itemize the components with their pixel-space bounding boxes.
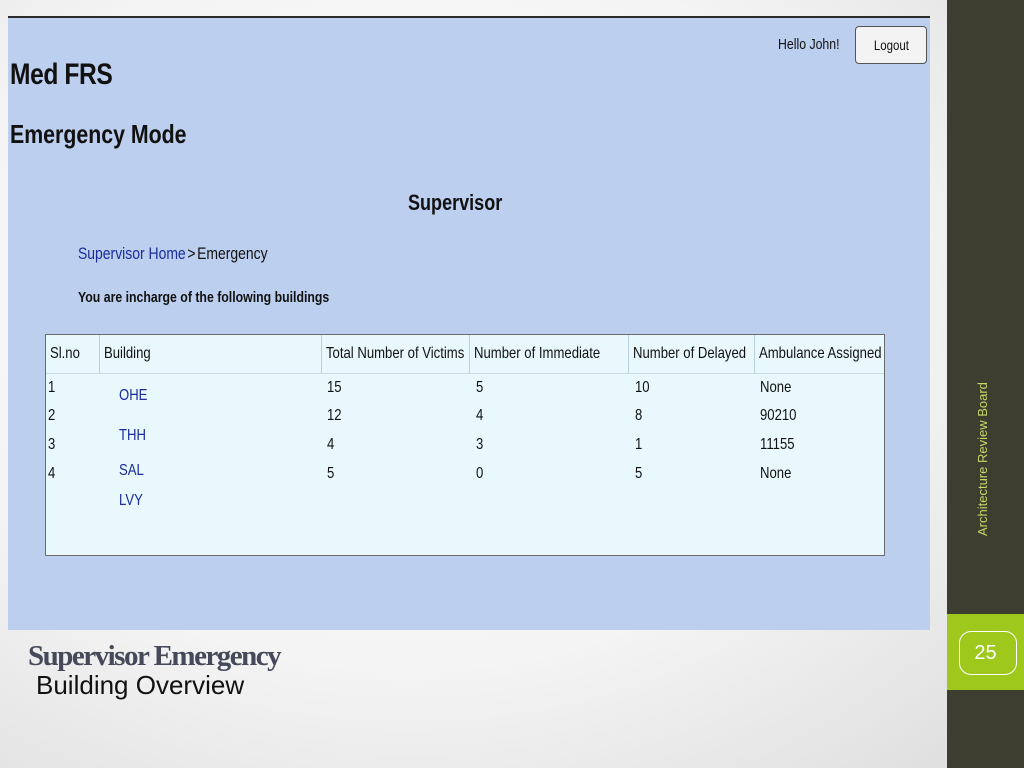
cell-ambulance: 90210 <box>760 407 797 424</box>
breadcrumb: Supervisor Home>Emergency <box>78 244 268 264</box>
cell-total-victims: 12 <box>327 407 342 424</box>
building-link-ohe[interactable]: OHE <box>119 387 154 405</box>
cell-total-victims: 15 <box>327 379 342 396</box>
slide-side-label: Architecture Review Board <box>975 382 990 536</box>
column-header-slno: Sl.no <box>46 335 100 373</box>
cell-delayed: 5 <box>635 465 643 482</box>
breadcrumb-current: Emergency <box>197 244 268 263</box>
mode-title: Emergency Mode <box>10 119 187 149</box>
cell-immediate: 4 <box>476 407 484 424</box>
logout-label: Logout <box>873 37 909 53</box>
column-header-immediate: Number of Immediate <box>470 335 629 373</box>
cell-immediate: 5 <box>476 379 484 396</box>
breadcrumb-supervisor-home[interactable]: Supervisor Home <box>78 244 186 263</box>
cell-ambulance: None <box>760 465 792 482</box>
app-title: Med FRS <box>10 58 113 91</box>
cell-total-victims: 4 <box>327 436 335 453</box>
cell-slno: 2 <box>48 407 56 424</box>
breadcrumb-separator: > <box>187 244 196 263</box>
cell-delayed: 8 <box>635 407 643 424</box>
slide-subtitle: Building Overview <box>36 670 245 700</box>
app-screenshot: Hello John! Logout Med FRS Emergency Mod… <box>8 16 930 630</box>
cell-ambulance: None <box>760 379 792 396</box>
building-link-thh[interactable]: THH <box>119 427 152 445</box>
cell-delayed: 1 <box>635 436 643 453</box>
cell-slno: 3 <box>48 436 56 453</box>
column-header-delayed: Number of Delayed <box>629 335 755 373</box>
cell-delayed: 10 <box>635 379 650 396</box>
cell-ambulance: 11155 <box>760 436 795 453</box>
role-title: Supervisor <box>408 190 503 215</box>
buildings-intro-text: You are incharge of the following buildi… <box>78 289 330 306</box>
building-link-sal[interactable]: SAL <box>119 462 149 480</box>
page-number: 25 <box>974 642 997 664</box>
table-header-row: Sl.no Building Total Number of Victims N… <box>46 335 884 374</box>
column-header-ambulance: Ambulance Assigned <box>759 345 882 362</box>
column-header-building: Building <box>100 335 322 373</box>
building-link-lvy[interactable]: LVY <box>119 492 148 510</box>
cell-total-victims: 5 <box>327 465 335 482</box>
buildings-table: Sl.no Building Total Number of Victims N… <box>45 334 885 556</box>
cell-immediate: 0 <box>476 465 484 482</box>
column-header-total-victims: Total Number of Victims <box>322 335 470 373</box>
cell-slno: 1 <box>48 379 56 396</box>
user-greeting: Hello John! <box>778 36 840 53</box>
logout-button[interactable]: Logout <box>855 26 927 64</box>
cell-slno: 4 <box>48 465 56 482</box>
cell-immediate: 3 <box>476 436 484 453</box>
slide-title: Supervisor Emergency <box>28 640 282 672</box>
